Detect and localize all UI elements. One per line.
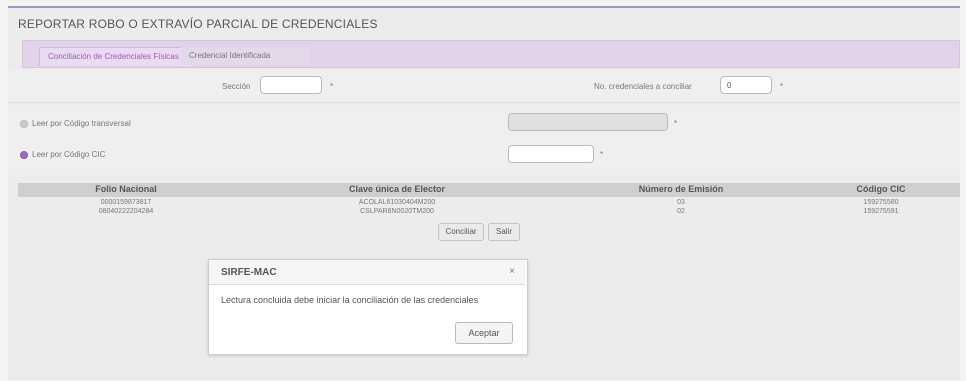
table-cell: 159275591 [863, 208, 899, 215]
table-row: 0000159873817 ACOLAL61030404M200 03 1592… [18, 199, 960, 208]
dialog-title: SIRFE-MAC [221, 267, 277, 278]
conciliar-button[interactable]: Conciliar [438, 223, 484, 241]
seccion-label: Sección [222, 82, 251, 91]
table-cell: CSLPAR6N0020TM200 [360, 208, 434, 215]
table-cell: 02 [677, 208, 685, 215]
dialog-header: SIRFE-MAC × [209, 260, 525, 285]
salir-button[interactable]: Salir [488, 223, 520, 241]
page-title: REPORTAR ROBO O EXTRAVÍO PARCIAL DE CRED… [18, 17, 378, 31]
seccion-input[interactable] [260, 76, 322, 94]
reading-mode-panel: Leer por Código transversal * Leer por C… [8, 105, 960, 175]
table-cell: 03 [677, 199, 685, 206]
codigo-cic-input[interactable] [508, 145, 594, 163]
table-cell: 0000159873817 [100, 199, 152, 206]
radio-cic-label: Leer por Código CIC [32, 150, 106, 159]
results-table-header: Folio Nacional Clave única de Elector Nú… [18, 183, 960, 197]
column-header: Clave única de Elector [348, 184, 446, 194]
radio-codigo-transversal[interactable] [20, 120, 28, 128]
filter-panel: Sección * No. credenciales a conciliar 0… [8, 70, 960, 103]
dialog-message: Lectura concluida debe iniciar la concil… [221, 295, 479, 305]
radio-codigo-cic[interactable] [20, 151, 28, 159]
tab-credencial-identificada[interactable]: Credencial Identificada [181, 47, 309, 65]
aceptar-button[interactable]: Aceptar [455, 322, 513, 344]
required-mark: * [674, 119, 678, 128]
table-cell: 159275580 [863, 199, 899, 206]
radio-transversal-label: Leer por Código transversal [32, 119, 131, 128]
close-icon[interactable]: × [509, 266, 515, 277]
codigo-transversal-input[interactable] [508, 113, 668, 131]
column-header: Número de Emisión [638, 184, 724, 194]
table-row: 08040222204284 CSLPAR6N0020TM200 02 1592… [18, 208, 960, 217]
tab-conciliacion[interactable]: Conciliación de Credenciales Físicas [39, 47, 197, 66]
tab-bar: Conciliación de Credenciales Físicas Cre… [22, 40, 960, 68]
alert-dialog: SIRFE-MAC × Lectura concluida debe inici… [208, 259, 528, 355]
credenciales-label: No. credenciales a conciliar [594, 82, 692, 91]
required-mark: * [600, 150, 604, 159]
column-header: Folio Nacional [95, 184, 157, 194]
table-cell: 08040222204284 [98, 208, 154, 215]
table-cell: ACOLAL61030404M200 [358, 199, 436, 206]
credenciales-input[interactable]: 0 [720, 76, 772, 94]
column-header: Código CIC [856, 184, 906, 194]
required-mark: * [780, 82, 784, 91]
required-mark: * [330, 82, 334, 91]
